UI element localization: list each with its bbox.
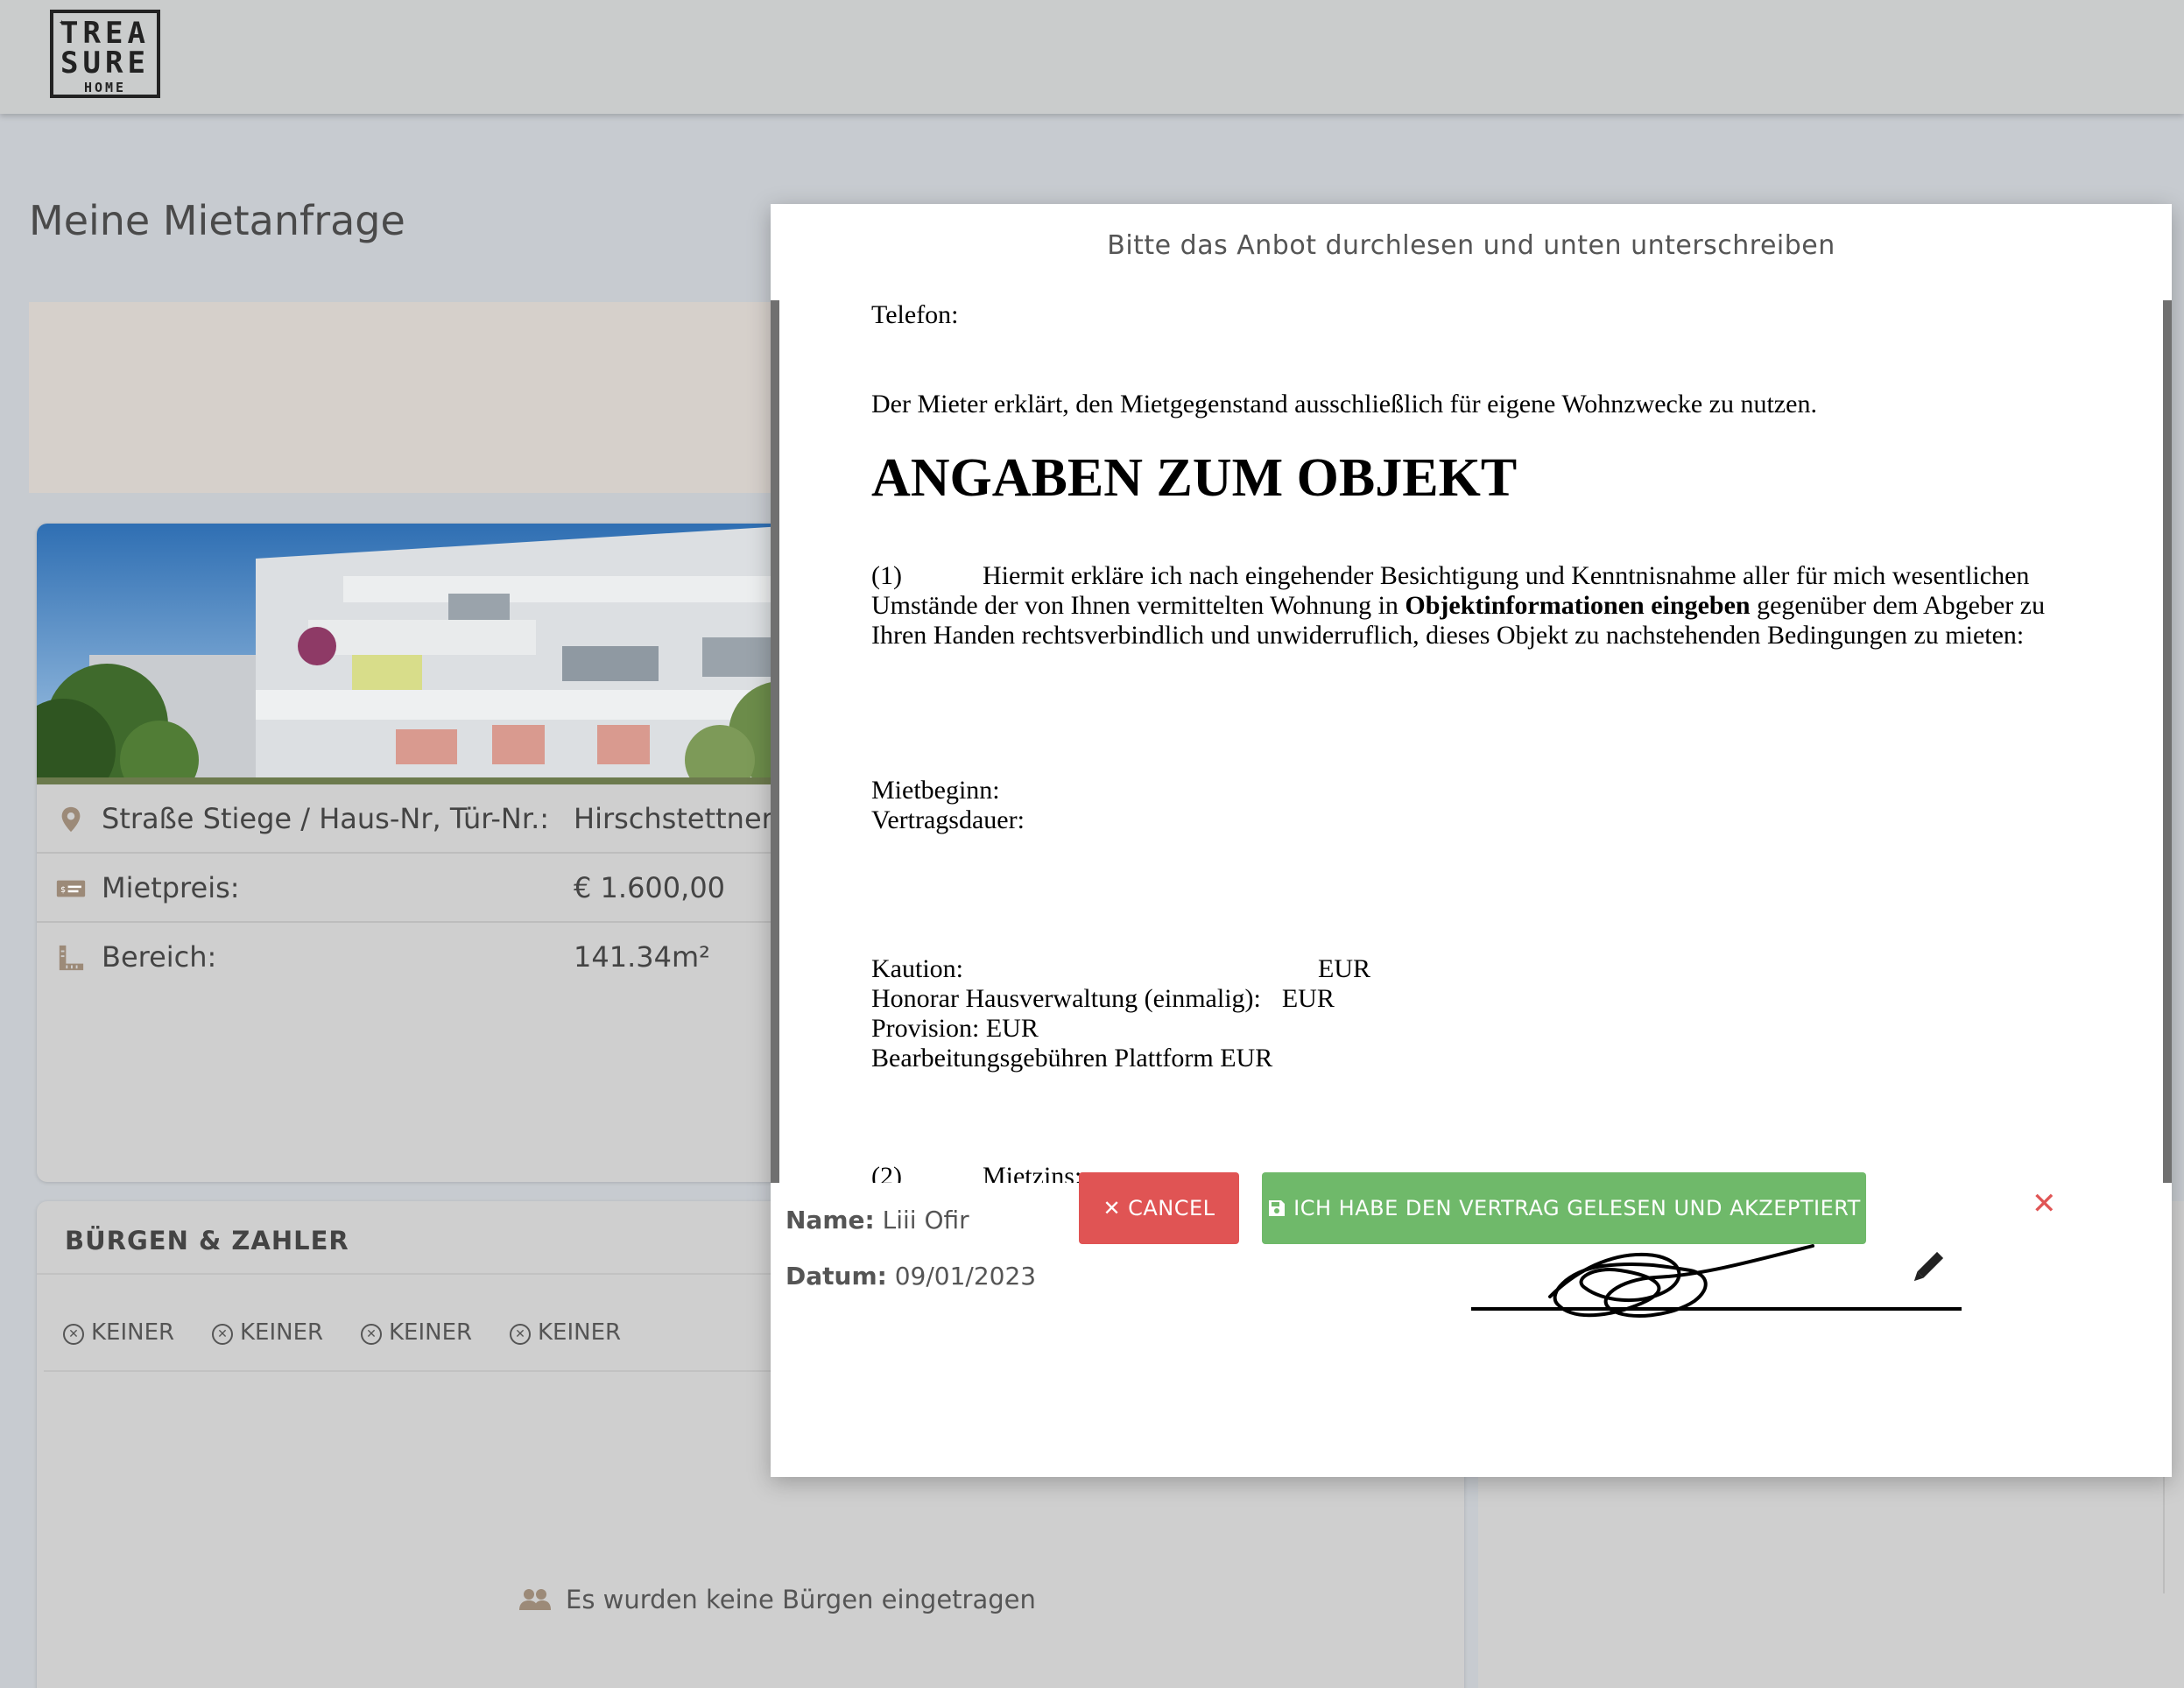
save-icon xyxy=(1269,1200,1286,1216)
property-photo xyxy=(37,524,825,784)
users-icon xyxy=(519,1589,551,1610)
doc-mietbeginn: Mietbeginn: xyxy=(871,776,1000,805)
no-guarantors-message: Es wurden keine Bürgen eingetragen xyxy=(518,1585,1036,1614)
logo-line-3: HOME xyxy=(83,80,127,95)
top-bar: ✦ TREA SURE HOME xyxy=(0,0,2184,114)
svg-text:$: $ xyxy=(60,885,66,895)
guarantor-chip[interactable]: ✕ KEINER xyxy=(510,1319,621,1346)
doc-provision: Provision: EUR xyxy=(871,1014,1039,1043)
doc-paragraph-2: (2) Mietzins: xyxy=(871,1162,1082,1183)
circle-x-icon: ✕ xyxy=(361,1324,382,1345)
info-banner xyxy=(29,302,817,493)
location-pin-icon xyxy=(61,806,81,833)
info-row-address: Straße Stiege / Haus-Nr, Tür-Nr.: Hirsch… xyxy=(37,784,825,854)
doc-kaution: Kaution: EUR xyxy=(871,954,1370,983)
guarantor-chip[interactable]: ✕ KEINER xyxy=(361,1319,472,1346)
doc-telefon: Telefon: xyxy=(871,300,959,329)
sparkle-icon: ✦ xyxy=(59,16,66,28)
address-label: Straße Stiege / Haus-Nr, Tür-Nr.: xyxy=(102,802,550,835)
logo-line-1: TREA xyxy=(60,16,150,51)
signer-name: Name: Liii Ofir xyxy=(786,1206,969,1234)
guarantor-chip[interactable]: ✕ KEINER xyxy=(212,1319,323,1346)
doc-usage-clause: Der Mieter erklärt, den Mietgegenstand a… xyxy=(871,390,1817,418)
guarantor-chip[interactable]: ✕ KEINER xyxy=(63,1319,174,1346)
circle-x-icon: ✕ xyxy=(510,1324,531,1345)
price-label: Mietpreis: xyxy=(102,871,240,904)
cancel-button[interactable]: ✕ CANCEL xyxy=(1079,1172,1239,1244)
info-row-area: Bereich: 141.34m² xyxy=(37,923,825,992)
signature-stroke xyxy=(1548,1244,1814,1319)
doc-section-heading: ANGABEN ZUM OBJEKT xyxy=(871,448,1518,508)
doc-bearbeitung: Bearbeitungsgebühren Plattform EUR xyxy=(871,1044,1273,1073)
logo-line-2: SURE xyxy=(60,46,150,81)
pen-icon xyxy=(1913,1251,1944,1282)
doc-honorar: Honorar Hausverwaltung (einmalig): EUR xyxy=(871,984,1335,1013)
guarantors-title: BÜRGEN & ZAHLER xyxy=(65,1226,349,1255)
signing-date: Datum: 09/01/2023 xyxy=(786,1262,1037,1291)
modal-heading: Bitte das Anbot durchlesen und unten unt… xyxy=(1107,230,1835,261)
money-bill-icon: $ xyxy=(56,880,86,897)
treasure-home-logo[interactable]: ✦ TREA SURE HOME xyxy=(50,10,160,98)
close-icon: ✕ xyxy=(1103,1196,1122,1220)
circle-x-icon: ✕ xyxy=(63,1324,84,1345)
ruler-icon xyxy=(59,945,84,971)
info-row-price: $ Mietpreis: € 1.600,00 xyxy=(37,854,825,923)
circle-x-icon: ✕ xyxy=(212,1324,233,1345)
contract-document[interactable]: Telefon: Der Mieter erklärt, den Mietgeg… xyxy=(771,300,2172,1183)
page-title: Meine Mietanfrage xyxy=(29,197,405,244)
property-card: Straße Stiege / Haus-Nr, Tür-Nr.: Hirsch… xyxy=(37,524,825,1182)
accept-contract-button[interactable]: ICH HABE DEN VERTRAG GELESEN UND AKZEPTI… xyxy=(1262,1172,1866,1244)
doc-vertragsdauer: Vertragsdauer: xyxy=(871,805,1025,834)
doc-paragraph-1: (1) Hiermit erkläre ich nach eingehender … xyxy=(871,561,2046,650)
area-label: Bereich: xyxy=(102,940,217,974)
area-value: 141.34m² xyxy=(574,940,710,974)
price-value: € 1.600,00 xyxy=(574,871,726,904)
address-value: Hirschstettners xyxy=(574,802,788,835)
contract-modal: Bitte das Anbot durchlesen und unten unt… xyxy=(771,204,2172,1477)
clear-signature-icon[interactable]: ✕ xyxy=(2032,1186,2057,1221)
